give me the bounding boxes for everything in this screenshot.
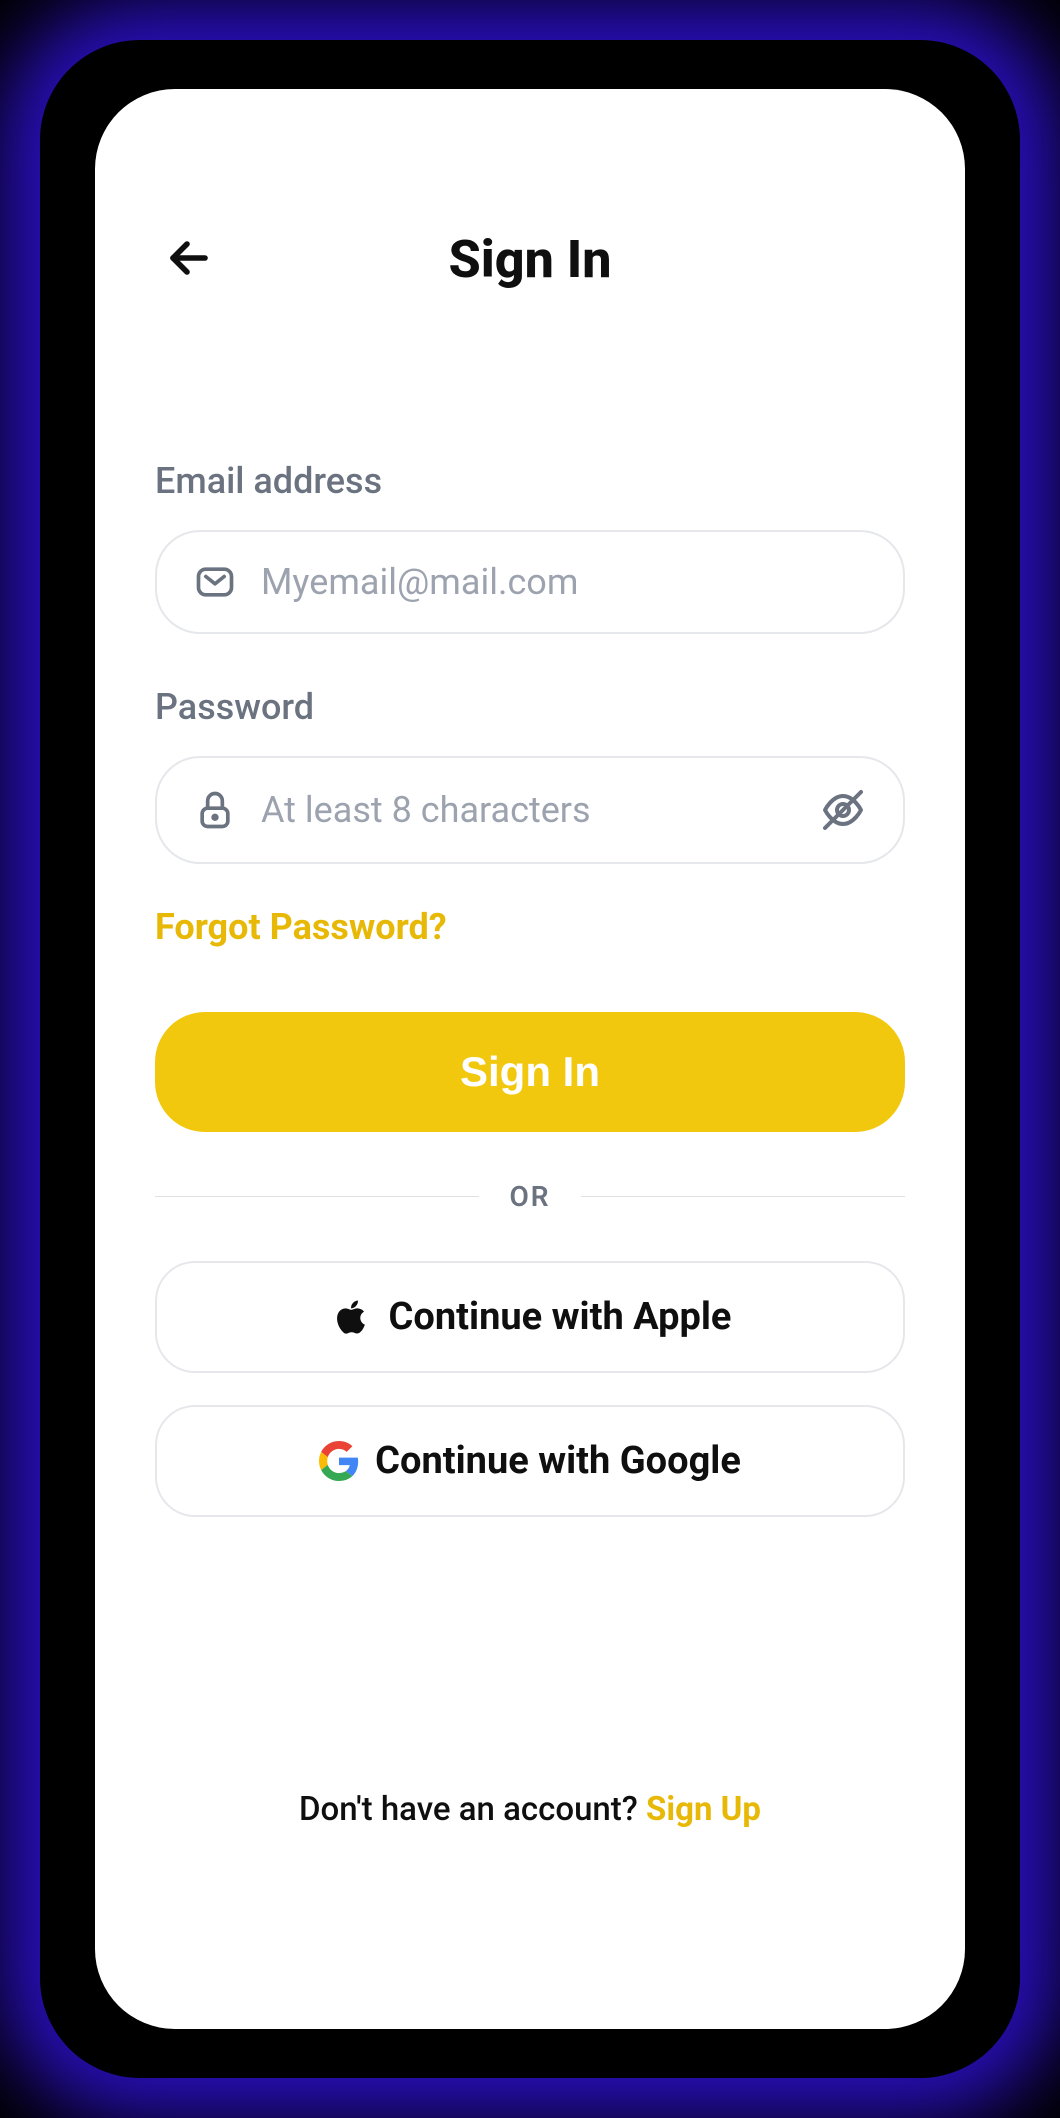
email-input[interactable] (261, 561, 867, 603)
email-field-group: Email address (155, 460, 905, 686)
google-button-label: Continue with Google (375, 1439, 741, 1483)
email-label: Email address (155, 460, 905, 502)
forgot-password-link[interactable]: Forgot Password? (155, 906, 905, 948)
page-title: Sign In (155, 229, 905, 290)
password-label: Password (155, 686, 905, 728)
continue-apple-button[interactable]: Continue with Apple (155, 1261, 905, 1373)
continue-google-button[interactable]: Continue with Google (155, 1405, 905, 1517)
footer-prompt: Don't have an account? (299, 1790, 646, 1829)
header: Sign In (155, 229, 905, 290)
email-input-wrap[interactable] (155, 530, 905, 634)
password-field-group: Password (155, 686, 905, 916)
footer: Don't have an account? Sign Up (155, 1790, 905, 1969)
back-button[interactable] (155, 224, 223, 295)
apple-icon (329, 1295, 373, 1339)
divider-line-left (155, 1196, 479, 1198)
google-icon (319, 1441, 359, 1481)
password-input[interactable] (261, 789, 819, 831)
signin-button[interactable]: Sign In (155, 1012, 905, 1132)
divider-line-right (581, 1196, 905, 1198)
lock-icon (193, 788, 237, 832)
divider-text: OR (479, 1180, 580, 1213)
signin-screen: Sign In Email address Password (95, 89, 965, 2029)
password-input-wrap[interactable] (155, 756, 905, 864)
arrow-left-icon (165, 234, 213, 282)
signup-link[interactable]: Sign Up (646, 1790, 761, 1829)
apple-button-label: Continue with Apple (389, 1295, 732, 1339)
mail-icon (193, 560, 237, 604)
eye-off-icon[interactable] (819, 786, 867, 834)
divider: OR (155, 1180, 905, 1213)
